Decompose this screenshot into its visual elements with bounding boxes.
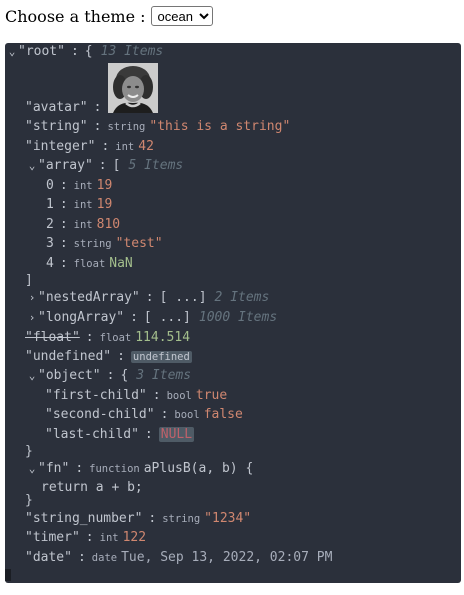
string-type: string — [107, 121, 146, 133]
theme-selector: Choose a theme : ocean — [5, 5, 213, 27]
object-key: "object" — [38, 368, 101, 383]
chevron-down-icon[interactable]: ⌄ — [27, 460, 37, 478]
array-item-type: int — [73, 219, 93, 231]
array-item-index: 2 — [46, 217, 54, 232]
array-item-value[interactable]: 19 — [97, 178, 113, 193]
chevron-down-icon[interactable]: ⌄ — [27, 367, 37, 385]
chevron-down-icon[interactable]: ⌄ — [7, 43, 17, 61]
chevron-down-icon[interactable]: ⌄ — [27, 157, 37, 175]
long-array-key: "longArray" — [38, 310, 125, 325]
avatar[interactable] — [108, 63, 158, 113]
timer-type: int — [99, 532, 119, 544]
object-second-child-type: bool — [174, 409, 200, 421]
nested-array-collapsed[interactable]: [ ...] — [160, 290, 207, 305]
root-key: "root" — [18, 44, 65, 59]
object-count: 3 Items — [136, 368, 192, 383]
avatar-key: "avatar" — [25, 100, 88, 115]
object-brace: { — [120, 368, 129, 383]
string-value[interactable]: "this is a string" — [149, 119, 290, 134]
object-second-child-key: "second-child" — [45, 407, 155, 422]
array-item-index: 0 — [46, 178, 54, 193]
array-item-index: 4 — [46, 256, 54, 271]
array-item-type: int — [73, 199, 93, 211]
fn-body: return a + b; — [41, 480, 143, 495]
long-array-count: 1000 Items — [198, 310, 278, 325]
object-first-child-key: "first-child" — [45, 388, 147, 403]
undefined-key: "undefined" — [25, 349, 112, 364]
string-key: "string" — [25, 119, 88, 134]
theme-label: Choose a theme : — [5, 6, 146, 26]
nested-array-count: 2 Items — [214, 290, 270, 305]
nested-array-key: "nestedArray" — [38, 290, 140, 305]
string-number-value[interactable]: "1234" — [204, 511, 251, 526]
chevron-right-icon[interactable]: › — [27, 309, 37, 327]
object-last-child-key: "last-child" — [45, 427, 139, 442]
integer-value[interactable]: 42 — [138, 139, 154, 154]
fn-key: "fn" — [38, 461, 70, 476]
array-item-index: 3 — [46, 236, 54, 251]
array-item-type: int — [73, 180, 93, 192]
string-number-type: string — [162, 513, 201, 525]
array-item-value[interactable]: NaN — [109, 256, 132, 271]
resize-handle[interactable] — [5, 569, 11, 581]
timer-value[interactable]: 122 — [123, 530, 146, 545]
chevron-right-icon[interactable]: › — [27, 289, 37, 307]
array-key: "array" — [38, 158, 93, 173]
array-item-type: string — [73, 238, 112, 250]
json-viewer: ⌄ "root":{13 Items "avatar": "string": st… — [5, 43, 461, 583]
integer-type: int — [115, 141, 135, 153]
float-type: float — [99, 332, 132, 344]
float-key: "float" — [25, 330, 80, 345]
root-count: 13 Items — [100, 44, 164, 59]
date-value[interactable]: Tue, Sep 13, 2022, 02:07 PM — [121, 550, 332, 565]
object-first-child-value[interactable]: true — [196, 388, 227, 403]
array-close-brace: ] — [25, 273, 33, 288]
array-item-value[interactable]: "test" — [116, 236, 163, 251]
avatar-image — [108, 63, 158, 113]
array-brace: [ — [112, 158, 121, 173]
array-count: 5 Items — [128, 158, 184, 173]
undefined-value[interactable]: undefined — [130, 351, 192, 363]
object-close-brace: } — [25, 444, 33, 459]
object-first-child-type: bool — [166, 390, 192, 402]
date-type: date — [91, 552, 118, 564]
object-last-child-value[interactable]: NULL — [158, 427, 195, 442]
root-brace: { — [84, 44, 93, 59]
float-value[interactable]: 114.514 — [135, 330, 190, 345]
array-item-value[interactable]: 19 — [97, 197, 113, 212]
object-second-child-value[interactable]: false — [204, 407, 243, 422]
theme-select[interactable]: ocean — [150, 6, 213, 26]
date-key: "date" — [25, 550, 72, 565]
timer-key: "timer" — [25, 530, 80, 545]
integer-key: "integer" — [25, 139, 96, 154]
array-item-type: float — [73, 258, 106, 270]
fn-signature[interactable]: aPlusB(a, b) { — [144, 461, 254, 476]
long-array-collapsed[interactable]: [ ...] — [144, 310, 191, 325]
fn-type: function — [89, 463, 140, 475]
fn-close-brace: } — [25, 493, 33, 508]
array-item-value[interactable]: 810 — [97, 217, 120, 232]
array-item-index: 1 — [46, 197, 54, 212]
string-number-key: "string_number" — [25, 511, 143, 526]
